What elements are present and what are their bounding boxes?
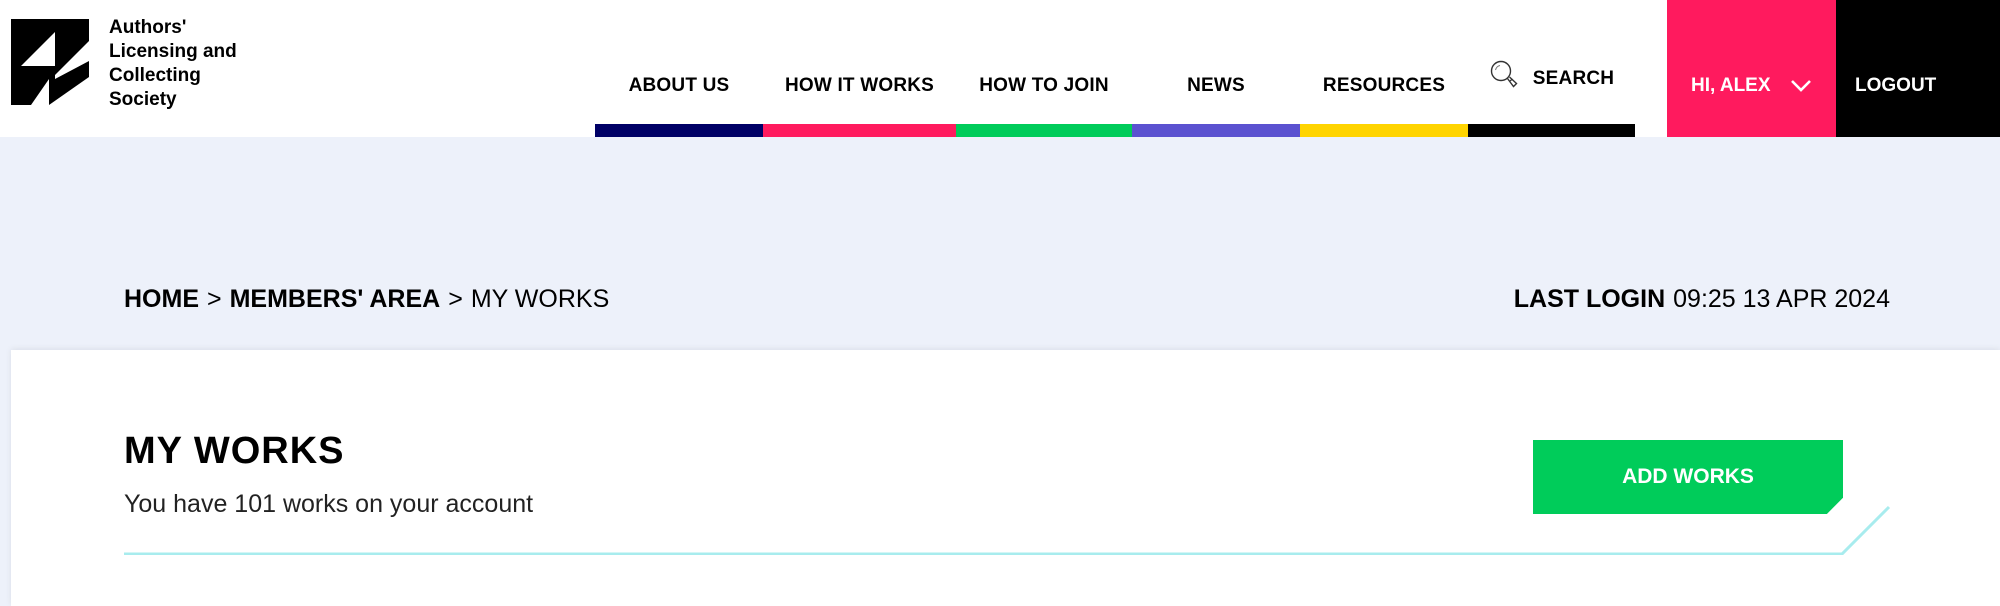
nav-label: HOW TO JOIN [979, 75, 1109, 96]
logout-button[interactable]: LOGOUT [1836, 0, 2000, 137]
last-login-value: 09:25 13 APR 2024 [1673, 285, 1890, 313]
nav-item-how-it-works[interactable]: HOW IT WORKS [763, 0, 956, 137]
last-login-label: LAST LOGIN [1513, 285, 1666, 313]
nav-color-bar [1300, 124, 1468, 137]
nav-color-bar [956, 124, 1132, 137]
nav-item-search[interactable]: SEARCH [1468, 0, 1635, 137]
chevron-down-icon [1791, 80, 1811, 92]
user-greeting: HI, ALEX [1691, 75, 1771, 96]
nav-item-how-to-join[interactable]: HOW TO JOIN [956, 0, 1132, 137]
search-label-wrap: SEARCH [1468, 60, 1635, 90]
logo-line: Authors' [109, 17, 187, 38]
breadcrumb-members-area-link[interactable]: MEMBERS' AREA [230, 285, 441, 313]
breadcrumb-current: MY WORKS [470, 285, 610, 313]
my-works-card: MY WORKS You have 101 works on your acco… [11, 350, 2000, 606]
logo-line: Licensing and [109, 41, 237, 62]
page-title: MY WORKS [124, 430, 345, 472]
logout-label: LOGOUT [1855, 75, 1937, 96]
logo-text: Authors' Licensing and Collecting Societ… [109, 16, 269, 112]
nav-item-news[interactable]: NEWS [1132, 0, 1300, 137]
nav-color-bar [1468, 124, 1635, 137]
logo-line: Collecting [109, 65, 201, 86]
last-login: LAST LOGIN 09:25 13 APR 2024 [1514, 285, 1890, 314]
alcs-logo-icon [11, 19, 89, 105]
nav-color-bar [1132, 124, 1300, 137]
logo-line: Society [109, 89, 177, 110]
nav-label: SEARCH [1532, 68, 1615, 89]
nav-label: NEWS [1187, 75, 1245, 96]
nav-label: ABOUT US [628, 75, 730, 96]
search-icon [1490, 60, 1518, 88]
user-menu-button[interactable]: HI, ALEX [1667, 0, 1836, 137]
nav-color-bar [595, 124, 763, 137]
breadcrumb-home-link[interactable]: HOME [124, 285, 199, 313]
nav-item-resources[interactable]: RESOURCES [1300, 0, 1468, 137]
breadcrumb-separator: > [207, 285, 222, 313]
nav-color-bar [763, 124, 956, 137]
breadcrumb-separator: > [448, 285, 463, 313]
nav-label: RESOURCES [1322, 75, 1446, 96]
breadcrumb: HOME > MEMBERS' AREA > MY WORKS [124, 285, 609, 314]
site-header: Authors' Licensing and Collecting Societ… [0, 0, 2000, 137]
section-divider [124, 505, 1891, 555]
nav-label: HOW IT WORKS [784, 75, 935, 96]
nav-item-about-us[interactable]: ABOUT US [595, 0, 763, 137]
